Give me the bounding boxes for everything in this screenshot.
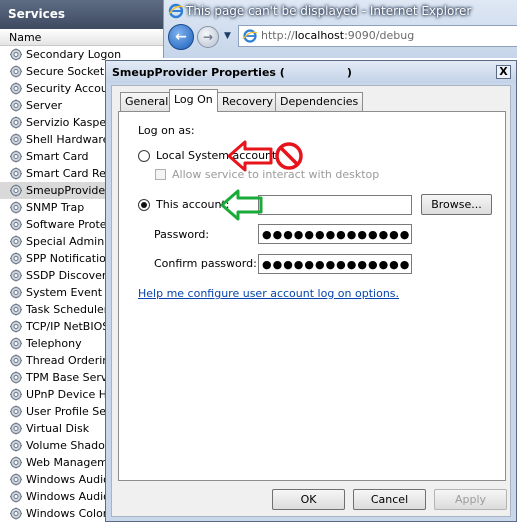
this-account-label: This account: bbox=[156, 198, 230, 211]
confirm-password-field[interactable]: ●●●●●●●●●●●●●●● bbox=[258, 254, 412, 274]
service-gear-icon bbox=[9, 354, 23, 367]
close-icon: X bbox=[499, 65, 508, 78]
address-host: localhost bbox=[294, 29, 345, 42]
dialog-body: General Log On Recovery Dependencies Log… bbox=[111, 85, 511, 517]
service-name: SNMP Trap bbox=[26, 201, 85, 214]
service-gear-icon bbox=[9, 337, 23, 350]
service-gear-icon bbox=[9, 286, 23, 299]
service-gear-icon bbox=[9, 422, 23, 435]
ie-window-title: This page can't be displayed - Internet … bbox=[186, 4, 472, 18]
history-dropdown-icon[interactable]: ▼ bbox=[224, 31, 231, 41]
service-gear-icon bbox=[9, 252, 23, 265]
ie-logo-icon bbox=[168, 3, 184, 19]
service-gear-icon bbox=[9, 235, 23, 248]
service-name: User Profile Serv bbox=[26, 405, 118, 418]
service-gear-icon bbox=[9, 473, 23, 486]
tab-recovery[interactable]: Recovery bbox=[217, 92, 279, 111]
tab-dependencies[interactable]: Dependencies bbox=[275, 92, 364, 111]
name-column-header[interactable]: Name bbox=[0, 29, 170, 46]
service-gear-icon bbox=[9, 167, 23, 180]
service-gear-icon bbox=[9, 48, 23, 61]
address-prefix: http:// bbox=[261, 29, 295, 42]
service-gear-icon bbox=[9, 133, 23, 146]
service-gear-icon bbox=[9, 371, 23, 384]
service-name: Windows Audio bbox=[26, 473, 110, 486]
service-name: Software Protect bbox=[26, 218, 117, 231]
forward-button[interactable]: → bbox=[197, 26, 219, 48]
log-on-as-label: Log on as: bbox=[138, 124, 195, 137]
this-account-radio[interactable] bbox=[138, 199, 150, 211]
service-gear-icon bbox=[9, 303, 23, 316]
browse-button[interactable]: Browse... bbox=[421, 194, 492, 215]
address-bar[interactable]: http://localhost:9090/debug bbox=[238, 25, 517, 47]
red-arrow-annotation bbox=[227, 140, 303, 172]
service-name: Task Scheduler bbox=[26, 303, 109, 316]
interact-desktop-checkbox[interactable] bbox=[155, 169, 166, 180]
close-button[interactable]: X bbox=[496, 65, 511, 79]
log-on-tab-panel: Log on as: Local System account Allow se… bbox=[118, 111, 506, 481]
service-name: Smart Card bbox=[26, 150, 89, 163]
service-gear-icon bbox=[9, 184, 23, 197]
cancel-button[interactable]: Cancel bbox=[353, 489, 426, 510]
service-name: Virtual Disk bbox=[26, 422, 90, 435]
ok-button[interactable]: OK bbox=[272, 489, 345, 510]
tab-general[interactable]: General bbox=[120, 92, 174, 111]
help-configure-link[interactable]: Help me configure user account log on op… bbox=[138, 287, 399, 300]
service-name: SmeupProvider bbox=[26, 184, 110, 197]
ie-page-icon bbox=[242, 29, 258, 43]
arrow-right-icon: → bbox=[202, 30, 214, 44]
dialog-title: SmeupProvider Properties ( bbox=[112, 66, 285, 79]
green-arrow-annotation bbox=[220, 189, 263, 221]
service-gear-icon bbox=[9, 65, 23, 78]
dialog-title-bar: SmeupProvider Properties () bbox=[106, 61, 516, 83]
services-title: Services bbox=[0, 0, 170, 29]
ie-window: This page can't be displayed - Internet … bbox=[163, 0, 517, 58]
tab-log-on[interactable]: Log On bbox=[169, 89, 218, 112]
dialog-title-close-paren: ) bbox=[346, 66, 352, 79]
service-gear-icon bbox=[9, 269, 23, 282]
service-gear-icon bbox=[9, 320, 23, 333]
arrow-left-icon: ← bbox=[175, 29, 187, 45]
confirm-password-label: Confirm password: bbox=[154, 257, 257, 270]
service-gear-icon bbox=[9, 456, 23, 469]
service-name: SSDP Discovery bbox=[26, 269, 113, 282]
back-button[interactable]: ← bbox=[168, 24, 194, 50]
service-gear-icon bbox=[9, 388, 23, 401]
service-gear-icon bbox=[9, 507, 23, 520]
address-suffix: :9090/debug bbox=[344, 29, 415, 42]
service-gear-icon bbox=[9, 99, 23, 112]
service-name: TCP/IP NetBIOS bbox=[26, 320, 110, 333]
service-gear-icon bbox=[9, 116, 23, 129]
properties-dialog: SmeupProvider Properties () X General Lo… bbox=[105, 60, 517, 522]
password-label: Password: bbox=[154, 228, 210, 241]
service-name: Server bbox=[26, 99, 63, 112]
service-gear-icon bbox=[9, 490, 23, 503]
service-gear-icon bbox=[9, 218, 23, 231]
this-account-field[interactable] bbox=[258, 195, 412, 215]
local-system-radio[interactable] bbox=[138, 150, 150, 162]
password-field[interactable]: ●●●●●●●●●●●●●●● bbox=[258, 224, 412, 244]
service-gear-icon bbox=[9, 439, 23, 452]
service-gear-icon bbox=[9, 150, 23, 163]
service-gear-icon bbox=[9, 82, 23, 95]
service-name: Thread Ordering bbox=[26, 354, 117, 367]
prohibited-icon bbox=[275, 142, 303, 170]
service-gear-icon bbox=[9, 405, 23, 418]
apply-button[interactable]: Apply bbox=[434, 489, 507, 510]
service-gear-icon bbox=[9, 201, 23, 214]
service-name: Telephony bbox=[26, 337, 82, 350]
